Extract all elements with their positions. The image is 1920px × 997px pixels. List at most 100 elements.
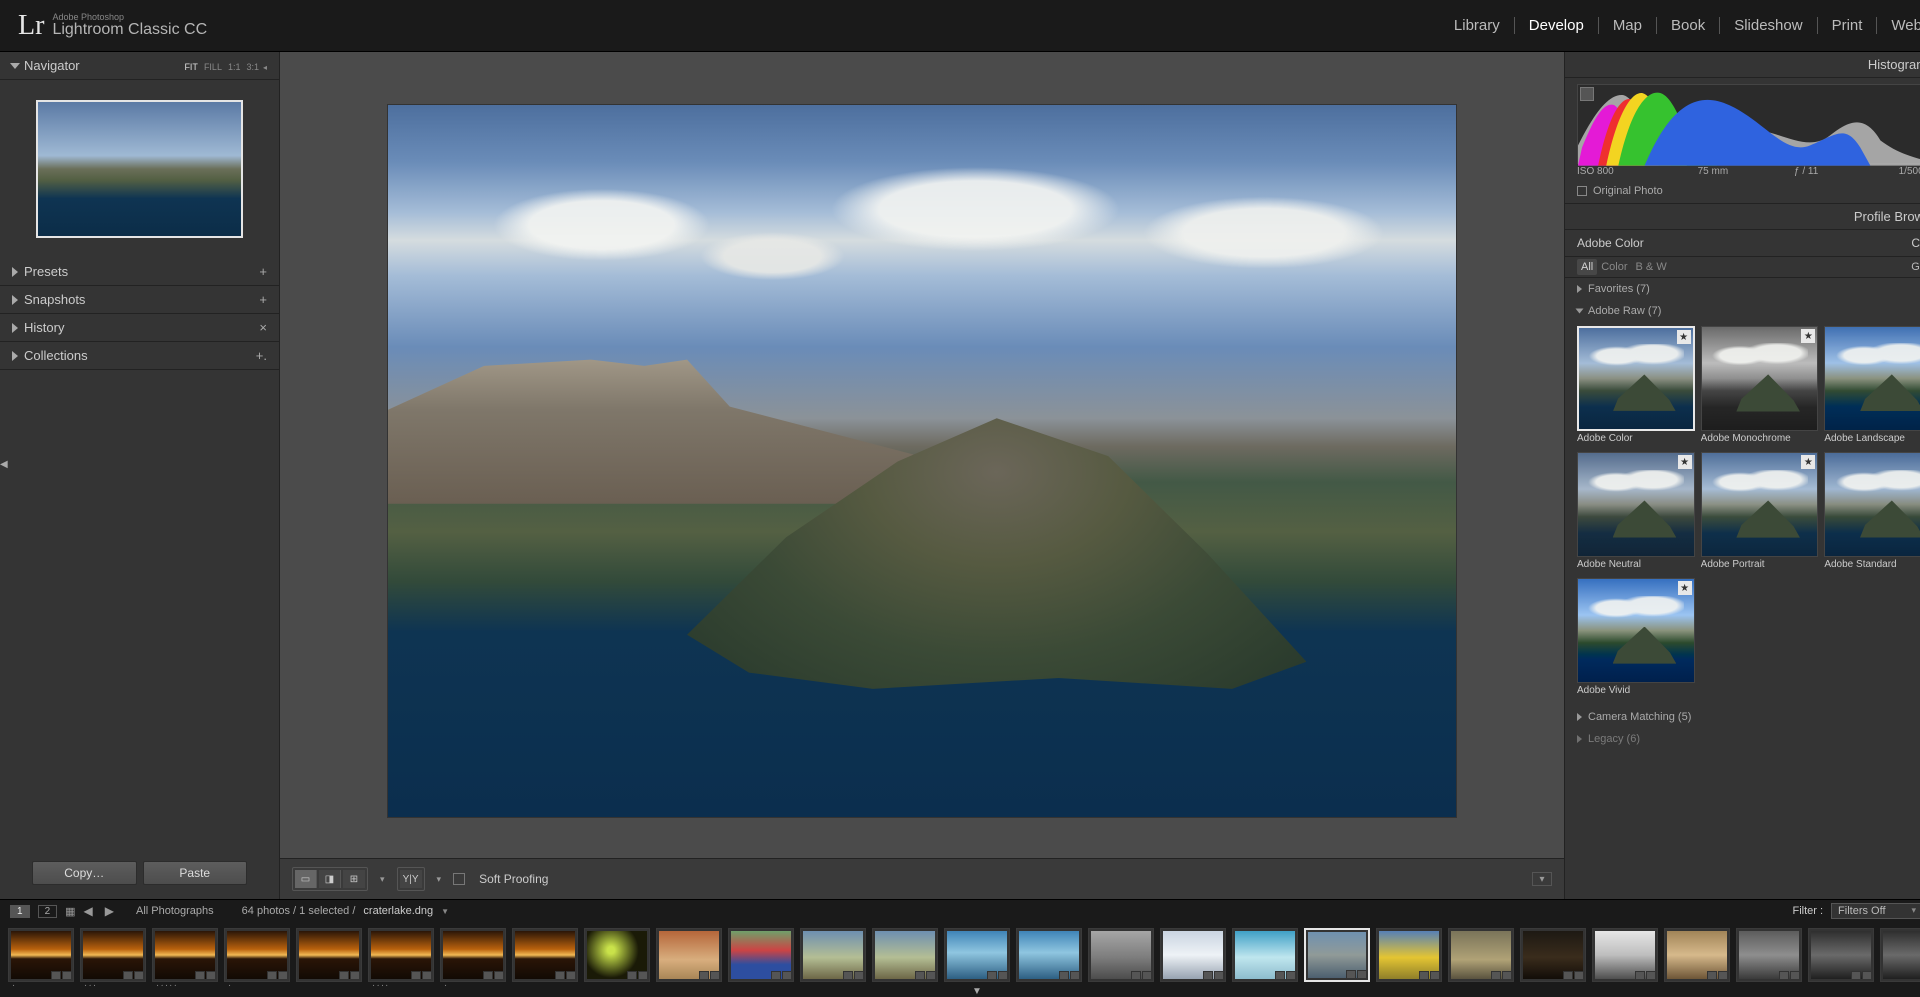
grid-view-icon[interactable]: ▦ [65,905,73,918]
filmstrip-thumb[interactable] [1160,928,1226,982]
module-book[interactable]: Book [1657,17,1720,34]
profile-tile-adobe-monochrome[interactable]: ★ Adobe Monochrome [1701,326,1819,446]
profile-tab-color[interactable]: Color [1597,259,1631,275]
filmstrip-thumb[interactable] [584,928,650,982]
filmstrip-thumb[interactable] [1736,928,1802,982]
filmstrip-thumb[interactable] [872,928,938,982]
filmstrip-thumb[interactable] [1016,928,1082,982]
filename-dropdown-icon[interactable]: ▼ [441,907,449,916]
profile-tile-adobe-portrait[interactable]: ★Adobe Portrait [1701,452,1819,572]
filmstrip-thumb[interactable]: ★★★ [80,928,146,982]
paste-button[interactable]: Paste [143,861,248,885]
before-after-lr-button[interactable]: ◨ [319,870,341,888]
expand-left-icon[interactable]: ◀ [0,459,8,470]
profile-tile-adobe-neutral[interactable]: ★Adobe Neutral [1577,452,1695,572]
favorite-star-icon[interactable]: ★ [1801,329,1815,343]
zoom-1-1[interactable]: 1:1 [228,62,241,72]
panel-presets[interactable]: Presets+ [0,258,279,286]
filmstrip-thumb[interactable] [1520,928,1586,982]
source-label[interactable]: All Photographs [136,905,214,917]
navigator-thumbnail[interactable] [36,100,243,238]
before-after-tb-button[interactable]: ⊞ [343,870,365,888]
toolbar-more-button[interactable]: ▾ [1532,872,1552,886]
profile-group-favorites[interactable]: Favorites (7) [1565,278,1920,300]
profile-label: Adobe Monochrome [1701,431,1819,446]
favorite-star-icon[interactable]: ★ [1677,330,1691,344]
profile-tile-adobe-vivid[interactable]: ★Adobe Vivid [1577,578,1695,698]
nav-forward-icon[interactable]: ▶ [103,904,116,918]
nav-back-icon[interactable]: ◀ [82,904,95,918]
view-mode-dropdown-icon[interactable]: ▾ [378,874,387,885]
secondary-display-1-button[interactable]: 1 [10,905,30,918]
favorite-star-icon[interactable]: ★ [1678,455,1692,469]
profile-tile-adobe-color[interactable]: ★Adobe Color [1577,326,1695,446]
panel-collections[interactable]: Collections+. [0,342,279,370]
swap-button[interactable]: Y|Y [400,870,422,888]
zoom-more-icon[interactable]: ◂ [263,63,267,72]
navigator-header[interactable]: Navigator FITFILL1:13:1◂ [0,52,279,80]
filename-label[interactable]: craterlake.dng [363,905,433,917]
badge-icon [494,971,504,980]
profile-group-camera-matching[interactable]: Camera Matching (5) [1565,706,1920,728]
before-after-dropdown-icon[interactable]: ▾ [435,874,444,885]
filmstrip-thumb[interactable] [728,928,794,982]
soft-proof-checkbox[interactable] [453,873,465,885]
filmstrip-thumb[interactable] [1880,928,1920,982]
panel-action-icon[interactable]: × [259,320,267,335]
filmstrip-thumb[interactable] [1304,928,1370,982]
zoom-fit[interactable]: FIT [184,62,198,72]
secondary-display-2-button[interactable]: 2 [38,905,58,918]
filmstrip-thumb[interactable] [800,928,866,982]
profile-tab-all[interactable]: All [1577,259,1597,275]
original-photo-row[interactable]: Original Photo [1565,183,1920,204]
filter-preset-dropdown[interactable]: Filters Off [1831,903,1920,919]
favorite-star-icon[interactable]: ★ [1801,455,1815,469]
profile-group-legacy[interactable]: Legacy (6) [1565,728,1920,750]
profile-group-adobe-raw[interactable]: Adobe Raw (7) [1565,300,1920,322]
filmstrip-thumb[interactable] [1088,928,1154,982]
filmstrip-thumb[interactable]: ★★★★★ [152,928,218,982]
profile-tile-adobe-standard[interactable]: ★Adobe Standard [1824,452,1920,572]
soft-proof-label: Soft Proofing [479,872,548,886]
profile-browser-header[interactable]: Profile Browser [1565,204,1920,230]
filmstrip-thumb[interactable] [1448,928,1514,982]
filmstrip-thumb[interactable]: ★ [440,928,506,982]
loupe-view-button[interactable]: ▭ [295,870,317,888]
profile-close-button[interactable]: Close [1911,236,1920,250]
panel-snapshots[interactable]: Snapshots+ [0,286,279,314]
filmstrip-thumb[interactable]: ★ [8,928,74,982]
filmstrip-thumb[interactable] [944,928,1010,982]
zoom-fill[interactable]: FILL [204,62,222,72]
main-image[interactable] [388,105,1456,817]
module-library[interactable]: Library [1440,17,1515,34]
filmstrip-thumb[interactable] [1592,928,1658,982]
filmstrip-thumb[interactable] [656,928,722,982]
favorite-star-icon[interactable]: ★ [1678,581,1692,595]
filmstrip-thumb[interactable] [1232,928,1298,982]
filmstrip-thumb[interactable]: ★★★★ [368,928,434,982]
filmstrip-thumb[interactable] [296,928,362,982]
filmstrip-thumb[interactable] [1808,928,1874,982]
panel-action-icon[interactable]: + [259,292,267,307]
module-print[interactable]: Print [1818,17,1878,34]
panel-action-icon[interactable]: + [259,264,267,279]
histogram-header[interactable]: Histogram ▼ [1565,52,1920,78]
module-map[interactable]: Map [1599,17,1657,34]
filmstrip-thumb[interactable]: ★ [224,928,290,982]
profile-view-toggle[interactable]: Grid ▴▾ [1911,261,1920,273]
filmstrip-thumb[interactable] [1664,928,1730,982]
branding: Lr Adobe Photoshop Lightroom Classic CC [18,10,207,42]
expand-bottom-icon[interactable]: ▼ [972,986,982,997]
histogram[interactable] [1577,84,1920,164]
panel-action-icon[interactable]: +. [256,348,267,363]
module-web[interactable]: Web [1877,17,1920,34]
zoom-3-1[interactable]: 3:1 [246,62,259,72]
filmstrip-thumb[interactable] [512,928,578,982]
panel-history[interactable]: History× [0,314,279,342]
profile-tab-bw[interactable]: B & W [1632,259,1671,275]
module-slideshow[interactable]: Slideshow [1720,17,1817,34]
profile-tile-adobe-landscape[interactable]: ★Adobe Landscape [1824,326,1920,446]
module-develop[interactable]: Develop [1515,17,1599,34]
copy-button[interactable]: Copy… [32,861,137,885]
filmstrip-thumb[interactable] [1376,928,1442,982]
